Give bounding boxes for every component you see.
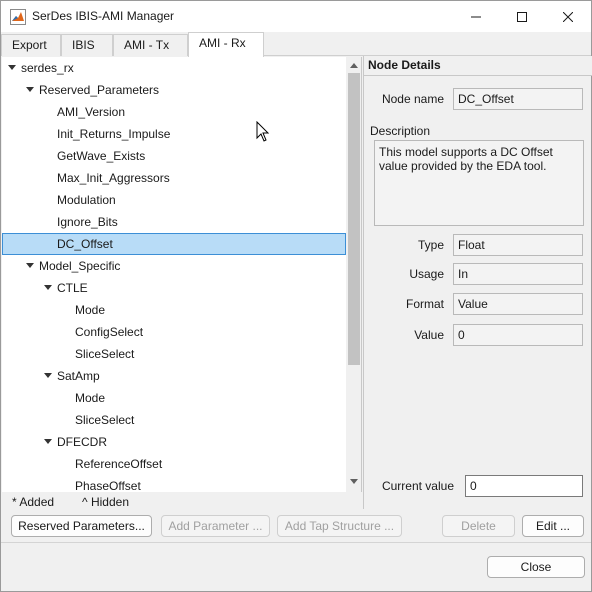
close-icon	[563, 11, 573, 22]
scroll-down-icon[interactable]	[350, 479, 358, 484]
tree-node-label: Ignore_Bits	[57, 215, 118, 229]
legend-hidden: ^ Hidden	[82, 495, 129, 509]
matlab-icon	[10, 9, 26, 25]
description-label: Description	[370, 124, 431, 138]
tree-node-label: ConfigSelect	[75, 325, 144, 339]
tree-node-dc-offset[interactable]: DC_Offset	[2, 233, 346, 255]
tree-node-label: serdes_rx	[21, 61, 74, 75]
mouse-pointer-icon	[256, 121, 270, 142]
tree-node-label: SliceSelect	[75, 413, 135, 427]
node-name-field: DC_Offset	[453, 88, 583, 110]
tree-node-label: DC_Offset	[57, 237, 113, 251]
add-tap-structure-button[interactable]: Add Tap Structure ...	[277, 515, 402, 537]
minimize-icon	[471, 16, 481, 17]
add-parameter-button[interactable]: Add Parameter ...	[161, 515, 270, 537]
tree-node-init-returns-impulse[interactable]: Init_Returns_Impulse	[2, 123, 346, 145]
tree-node-label: Model_Specific	[39, 259, 121, 273]
scroll-up-icon[interactable]	[350, 63, 358, 68]
tree-scrollbar[interactable]	[346, 57, 361, 492]
current-value-label: Current value	[381, 479, 454, 493]
tree-node-satamp-mode[interactable]: Mode	[2, 387, 346, 409]
tree-node-label: SliceSelect	[75, 347, 135, 361]
chevron-down-icon[interactable]	[26, 263, 34, 268]
type-label: Type	[417, 238, 444, 252]
tree-node-label: Mode	[75, 391, 106, 405]
window-title: SerDes IBIS-AMI Manager	[32, 9, 175, 23]
serdes-ibis-ami-manager-window: SerDes IBIS-AMI Manager Export IBIS AMI …	[0, 0, 592, 592]
tree-node-label: SatAmp	[57, 369, 100, 383]
tree-node-getwave-exists[interactable]: GetWave_Exists	[2, 145, 346, 167]
tab-ibis[interactable]: IBIS	[61, 34, 113, 56]
close-button[interactable]: Close	[487, 556, 585, 578]
node-name-label: Node name	[381, 92, 444, 106]
parameter-tree[interactable]: serdes_rx Reserved_Parameters AMI_Versio…	[2, 57, 362, 492]
tree-node-label: CTLE	[57, 281, 88, 295]
tree-node-referenceoffset[interactable]: ReferenceOffset	[2, 453, 346, 475]
tab-export[interactable]: Export	[1, 34, 61, 56]
tree-node-satamp[interactable]: SatAmp	[2, 365, 346, 387]
tree-node-ctle-configselect[interactable]: ConfigSelect	[2, 321, 346, 343]
legend-added: * Added	[12, 495, 55, 509]
chevron-down-icon[interactable]	[44, 439, 52, 444]
usage-field: In	[453, 263, 583, 285]
tree-node-label: Mode	[75, 303, 106, 317]
chevron-down-icon[interactable]	[44, 285, 52, 290]
tree-node-label: Init_Returns_Impulse	[57, 127, 171, 141]
footer-divider	[1, 542, 591, 543]
delete-button[interactable]: Delete	[442, 515, 515, 537]
minimize-button[interactable]	[453, 1, 499, 32]
usage-label: Usage	[409, 267, 444, 281]
tree-node-dfecdr[interactable]: DFECDR	[2, 431, 346, 453]
tree-node-satamp-sliceselect[interactable]: SliceSelect	[2, 409, 346, 431]
current-value-input[interactable]: 0	[465, 475, 583, 497]
format-field: Value	[453, 293, 583, 315]
reserved-parameters-button[interactable]: Reserved Parameters...	[11, 515, 152, 537]
title-bar: SerDes IBIS-AMI Manager	[1, 1, 591, 32]
value-label: Value	[414, 328, 444, 342]
close-window-button[interactable]	[545, 1, 591, 32]
tree-node-label: GetWave_Exists	[57, 149, 146, 163]
tree-node-model-specific[interactable]: Model_Specific	[2, 255, 346, 277]
tree-node-label: AMI_Version	[57, 105, 126, 119]
maximize-button[interactable]	[499, 1, 545, 32]
tree-node-label: Max_Init_Aggressors	[57, 171, 170, 185]
chevron-down-icon[interactable]	[44, 373, 52, 378]
tree-node-label: Reserved_Parameters	[39, 83, 160, 97]
description-field: This model supports a DC Offset value pr…	[374, 140, 584, 226]
scrollbar-thumb[interactable]	[348, 73, 360, 365]
node-details-panel: Node Details Node name DC_Offset Descrip…	[363, 56, 592, 509]
format-label: Format	[405, 297, 444, 311]
type-field: Float	[453, 234, 583, 256]
tree-node-reserved-parameters[interactable]: Reserved_Parameters	[2, 79, 346, 101]
maximize-icon	[517, 11, 527, 22]
tree-node-modulation[interactable]: Modulation	[2, 189, 346, 211]
value-field: 0	[453, 324, 583, 346]
chevron-down-icon[interactable]	[26, 87, 34, 92]
chevron-down-icon[interactable]	[8, 65, 16, 70]
node-details-header: Node Details	[364, 56, 592, 76]
tree-node-ami-version[interactable]: AMI_Version	[2, 101, 346, 123]
tab-ami-rx[interactable]: AMI - Rx	[188, 32, 264, 57]
tree-node-label: DFECDR	[57, 435, 107, 449]
tree-node-ignore-bits[interactable]: Ignore_Bits	[2, 211, 346, 233]
tree-node-serdes-rx[interactable]: serdes_rx	[2, 57, 346, 79]
tree-node-ctle-mode[interactable]: Mode	[2, 299, 346, 321]
tree-node-label: Modulation	[57, 193, 116, 207]
tree-node-phaseoffset[interactable]: PhaseOffset	[2, 475, 346, 492]
tree-node-max-init-aggressors[interactable]: Max_Init_Aggressors	[2, 167, 346, 189]
tab-strip: Export IBIS AMI - Tx AMI - Rx	[1, 32, 591, 57]
tree-node-label: ReferenceOffset	[75, 457, 163, 471]
edit-button[interactable]: Edit ...	[522, 515, 584, 537]
tree-node-ctle-sliceselect[interactable]: SliceSelect	[2, 343, 346, 365]
tree-node-label: PhaseOffset	[75, 479, 141, 492]
tree-node-ctle[interactable]: CTLE	[2, 277, 346, 299]
tab-ami-tx[interactable]: AMI - Tx	[113, 34, 188, 56]
